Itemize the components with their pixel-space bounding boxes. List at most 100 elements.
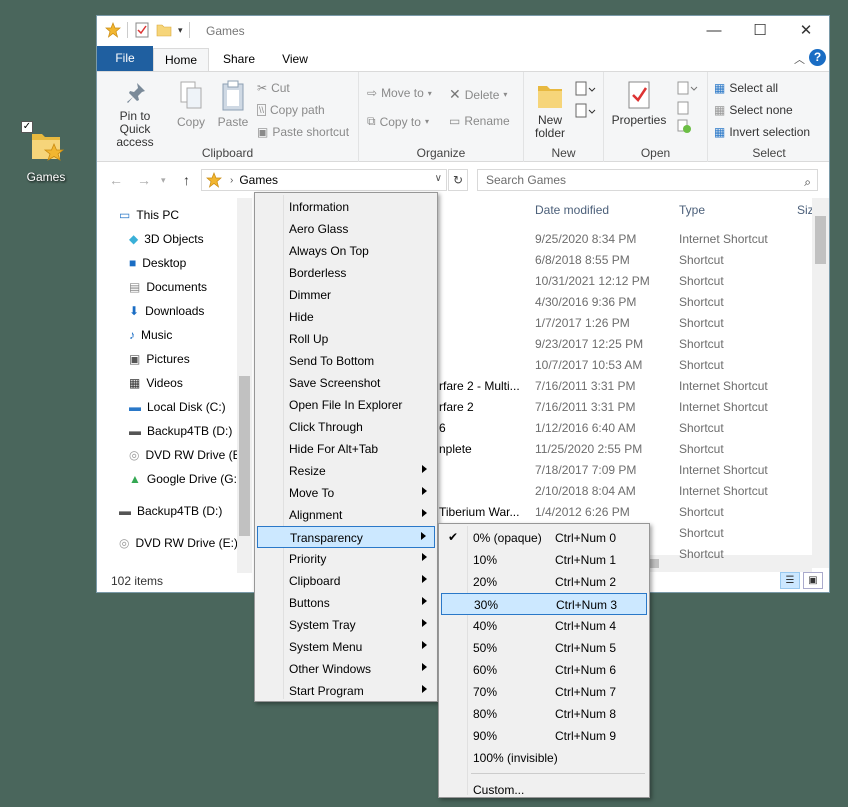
- paste-button[interactable]: Paste: [213, 80, 253, 129]
- address-path[interactable]: Games: [239, 173, 278, 187]
- invert-selection-button[interactable]: ▦ Invert selection: [714, 125, 810, 139]
- nav-scroll-thumb[interactable]: [239, 376, 250, 536]
- transparency-item[interactable]: 70% Ctrl+Num 7: [441, 681, 647, 703]
- menu-item-alignment[interactable]: Alignment: [257, 504, 435, 526]
- copy-path-button[interactable]: \\ Copy path: [257, 103, 325, 117]
- back-icon[interactable]: ←: [109, 172, 123, 188]
- menu-item-open-file-in-explorer[interactable]: Open File In Explorer: [257, 394, 435, 416]
- address-dropdown-icon[interactable]: ∨: [435, 173, 442, 184]
- maximize-button[interactable]: ☐: [737, 16, 783, 46]
- help-icon[interactable]: ?: [809, 49, 826, 66]
- menu-item-always-on-top[interactable]: Always On Top: [257, 240, 435, 262]
- new-folder-button[interactable]: New folder: [530, 80, 570, 140]
- transparency-item[interactable]: 80% Ctrl+Num 8: [441, 703, 647, 725]
- nav-local-disk[interactable]: ▬ Local Disk (C:): [129, 400, 226, 414]
- nav-pictures[interactable]: ▣ Pictures: [129, 352, 190, 366]
- customize-dropdown-icon[interactable]: ▾: [178, 25, 183, 36]
- details-view-icon[interactable]: ☰: [780, 572, 800, 589]
- large-icons-view-icon[interactable]: ▣: [803, 572, 823, 589]
- menu-item-roll-up[interactable]: Roll Up: [257, 328, 435, 350]
- minimize-button[interactable]: —: [691, 16, 737, 46]
- menu-item-clipboard[interactable]: Clipboard: [257, 570, 435, 592]
- close-button[interactable]: ✕: [783, 16, 829, 46]
- nav-desktop[interactable]: ■ Desktop: [129, 256, 186, 270]
- nav-backup-drive[interactable]: ▬ Backup4TB (D:): [129, 424, 232, 438]
- column-date-modified[interactable]: Date modified: [535, 203, 609, 217]
- tab-file[interactable]: File: [97, 46, 153, 71]
- nav-dvd-drive[interactable]: ◎ DVD RW Drive (E: [129, 448, 241, 462]
- easy-access-icon[interactable]: [574, 102, 596, 120]
- properties-icon[interactable]: [134, 22, 150, 38]
- search-input[interactable]: Search Games ⌕: [477, 169, 818, 191]
- nav-documents[interactable]: ▤ Documents: [129, 280, 207, 294]
- menu-item-dimmer[interactable]: Dimmer: [257, 284, 435, 306]
- nav-videos[interactable]: ▦ Videos: [129, 376, 183, 390]
- tab-share[interactable]: Share: [214, 48, 264, 71]
- up-icon[interactable]: ↑: [183, 172, 190, 188]
- menu-item-system-menu[interactable]: System Menu: [257, 636, 435, 658]
- transparency-item[interactable]: 10% Ctrl+Num 1: [441, 549, 647, 571]
- transparency-item[interactable]: 20% Ctrl+Num 2: [441, 571, 647, 593]
- new-folder-icon[interactable]: [156, 22, 172, 38]
- properties-button[interactable]: Properties: [610, 80, 668, 127]
- menu-item-resize[interactable]: Resize: [257, 460, 435, 482]
- transparency-item[interactable]: 50% Ctrl+Num 5: [441, 637, 647, 659]
- custom-transparency-item[interactable]: Custom...: [441, 779, 647, 801]
- delete-button[interactable]: ✕ Delete ▾: [449, 86, 507, 103]
- nav-downloads[interactable]: ⬇ Downloads: [129, 304, 204, 318]
- collapse-ribbon-icon[interactable]: ︿: [794, 51, 805, 67]
- menu-item-system-tray[interactable]: System Tray: [257, 614, 435, 636]
- transparency-item[interactable]: 100% (invisible): [441, 747, 647, 769]
- nav-scrollbar[interactable]: [237, 198, 252, 573]
- menu-item-priority[interactable]: Priority: [257, 548, 435, 570]
- tab-view[interactable]: View: [272, 48, 318, 71]
- file-vertical-scrollbar[interactable]: [812, 198, 829, 568]
- copy-button[interactable]: Copy: [171, 80, 211, 129]
- menu-item-hide-for-alt-tab[interactable]: Hide For Alt+Tab: [257, 438, 435, 460]
- pin-quick-access-button[interactable]: Pin to Quick access: [103, 80, 167, 149]
- nav-music[interactable]: ♪ Music: [129, 328, 172, 342]
- menu-item-borderless[interactable]: Borderless: [257, 262, 435, 284]
- copy-to-button[interactable]: ⧉ Copy to ▾: [367, 114, 429, 129]
- transparency-item[interactable]: 30% Ctrl+Num 3: [441, 593, 647, 615]
- refresh-button[interactable]: ↻: [448, 169, 468, 191]
- menu-item-information[interactable]: Information: [257, 196, 435, 218]
- tab-home[interactable]: Home: [153, 48, 209, 71]
- address-bar[interactable]: › Games ∨: [201, 169, 447, 191]
- menu-item-click-through[interactable]: Click Through: [257, 416, 435, 438]
- move-to-button[interactable]: ⇨ Move to ▾: [367, 86, 432, 100]
- edit-icon[interactable]: [676, 100, 692, 116]
- menu-item-start-program[interactable]: Start Program: [257, 680, 435, 702]
- menu-item-save-screenshot[interactable]: Save Screenshot: [257, 372, 435, 394]
- nav-3d-objects[interactable]: ◆ 3D Objects: [129, 232, 204, 246]
- new-item-icon[interactable]: [574, 80, 596, 98]
- forward-icon[interactable]: →: [137, 172, 151, 188]
- menu-item-aero-glass[interactable]: Aero Glass: [257, 218, 435, 240]
- open-icon[interactable]: [676, 80, 698, 96]
- recent-dropdown-icon[interactable]: ▾: [161, 175, 166, 186]
- nav-backup-drive-root[interactable]: ▬ Backup4TB (D:): [119, 504, 222, 518]
- nav-dvd-drive-root[interactable]: ◎ DVD RW Drive (E:): [119, 536, 238, 550]
- menu-item-other-windows[interactable]: Other Windows: [257, 658, 435, 680]
- menu-item-move-to[interactable]: Move To: [257, 482, 435, 504]
- transparency-item[interactable]: 60% Ctrl+Num 6: [441, 659, 647, 681]
- transparency-item[interactable]: 40% Ctrl+Num 4: [441, 615, 647, 637]
- nav-this-pc[interactable]: ▭ This PC: [119, 208, 179, 222]
- checkbox-icon[interactable]: ✓: [21, 121, 33, 133]
- menu-item-send-to-bottom[interactable]: Send To Bottom: [257, 350, 435, 372]
- paste-shortcut-button[interactable]: ▣ Paste shortcut: [257, 125, 349, 139]
- transparency-item[interactable]: ✔ 0% (opaque) Ctrl+Num 0: [441, 527, 647, 549]
- desktop-icon-games[interactable]: ✓ Games: [18, 118, 74, 184]
- star-icon[interactable]: [105, 22, 121, 38]
- select-none-button[interactable]: ▦ Select none: [714, 103, 793, 117]
- menu-item-transparency[interactable]: Transparency: [257, 526, 435, 548]
- column-type[interactable]: Type: [679, 203, 705, 217]
- transparency-item[interactable]: 90% Ctrl+Num 9: [441, 725, 647, 747]
- nav-google-drive[interactable]: ▲ Google Drive (G:: [129, 472, 237, 486]
- cut-button[interactable]: ✂ Cut: [257, 81, 290, 95]
- history-icon[interactable]: [676, 118, 692, 134]
- file-scroll-thumb[interactable]: [815, 216, 826, 264]
- select-all-button[interactable]: ▦ Select all: [714, 81, 778, 95]
- rename-button[interactable]: ▭ Rename: [449, 114, 510, 128]
- menu-item-hide[interactable]: Hide: [257, 306, 435, 328]
